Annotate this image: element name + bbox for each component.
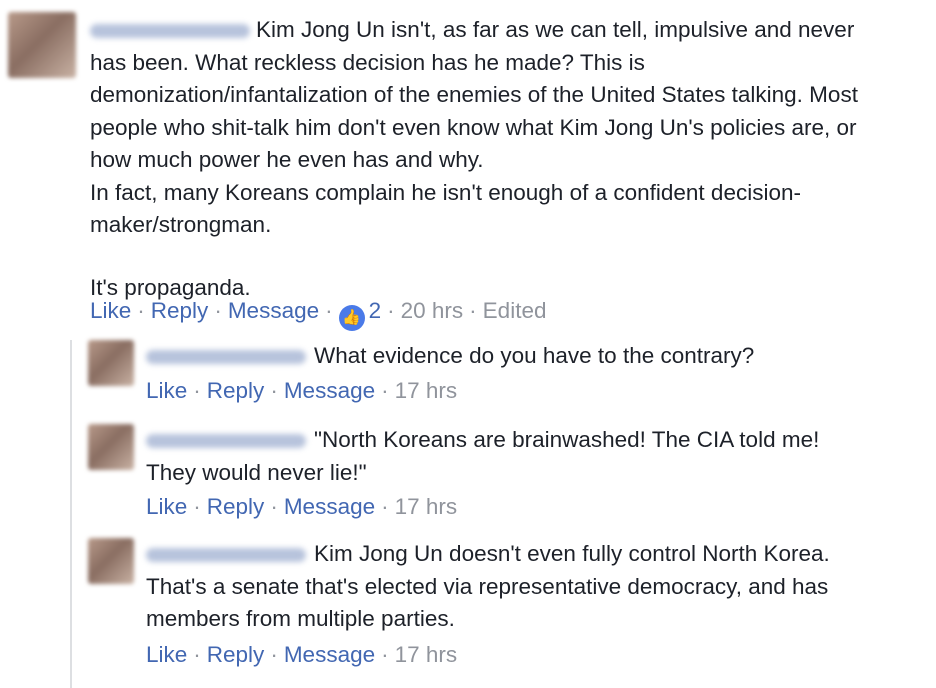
reply-link[interactable]: Reply [207,642,265,667]
reply-link[interactable]: Reply [151,298,209,323]
reply-actions: Like · Reply · Message · 17 hrs [146,642,458,667]
comment-line: people who shit-talk him don't even know… [90,114,857,140]
thumbs-up-icon[interactable]: 👍 [338,305,365,331]
reply-link[interactable]: Reply [207,378,265,403]
reply-body: What evidence do you have to the contrar… [146,340,936,373]
avatar[interactable] [88,340,134,386]
comment-line: They would never lie!" [146,459,367,485]
like-link[interactable]: Like [146,378,187,403]
comment-line: That's a senate that's elected via repre… [146,573,829,599]
comment-line: In fact, many Koreans complain he isn't … [90,179,801,205]
author-name[interactable] [146,548,306,563]
message-link[interactable]: Message [228,298,319,323]
reply-link[interactable]: Reply [207,494,265,519]
message-link[interactable]: Message [284,494,375,519]
comment-line: maker/strongman. [90,212,272,237]
comment-line: members from multiple parties. [146,606,455,631]
comment-line: has been. What reckless decision has he … [90,49,645,75]
like-link[interactable]: Like [146,642,187,667]
comment-line: how much power he even has and why. [90,147,484,172]
reaction-count[interactable]: 2 [369,298,382,323]
timestamp[interactable]: 20 hrs [401,298,464,323]
timestamp[interactable]: 17 hrs [395,494,458,519]
comment-line: Kim Jong Un doesn't even fully control N… [314,541,830,566]
comment-line: "North Koreans are brainwashed! The CIA … [314,427,820,452]
like-link[interactable]: Like [90,298,131,323]
message-link[interactable]: Message [284,642,375,667]
reply-body: Kim Jong Un doesn't even fully control N… [146,538,936,636]
avatar[interactable] [88,538,134,584]
thread-line [70,340,72,688]
author-name[interactable] [90,24,250,39]
avatar[interactable] [88,424,134,470]
reply-actions: Like · Reply · Message · 17 hrs [146,378,458,403]
edited-label[interactable]: Edited [483,298,547,323]
reply-actions: Like · Reply · Message · 17 hrs [146,494,458,519]
comment-actions: Like · Reply · Message · 👍 2 · 20 hrs · Edited [90,296,546,331]
author-name[interactable] [146,434,306,449]
avatar[interactable] [8,12,76,78]
main-comment-body: Kim Jong Un isn't, as far as we can tell… [90,14,936,304]
like-link[interactable]: Like [146,494,187,519]
timestamp[interactable]: 17 hrs [395,642,458,667]
author-name[interactable] [146,350,306,365]
comment-line: What evidence do you have to the contrar… [314,343,755,368]
reply-body: "North Koreans are brainwashed! The CIA … [146,424,936,489]
comment-line: Kim Jong Un isn't, as far as we can tell… [256,17,855,42]
timestamp[interactable]: 17 hrs [395,378,458,403]
comment-line: demonization/infantalization of the enem… [90,82,858,107]
message-link[interactable]: Message [284,378,375,403]
